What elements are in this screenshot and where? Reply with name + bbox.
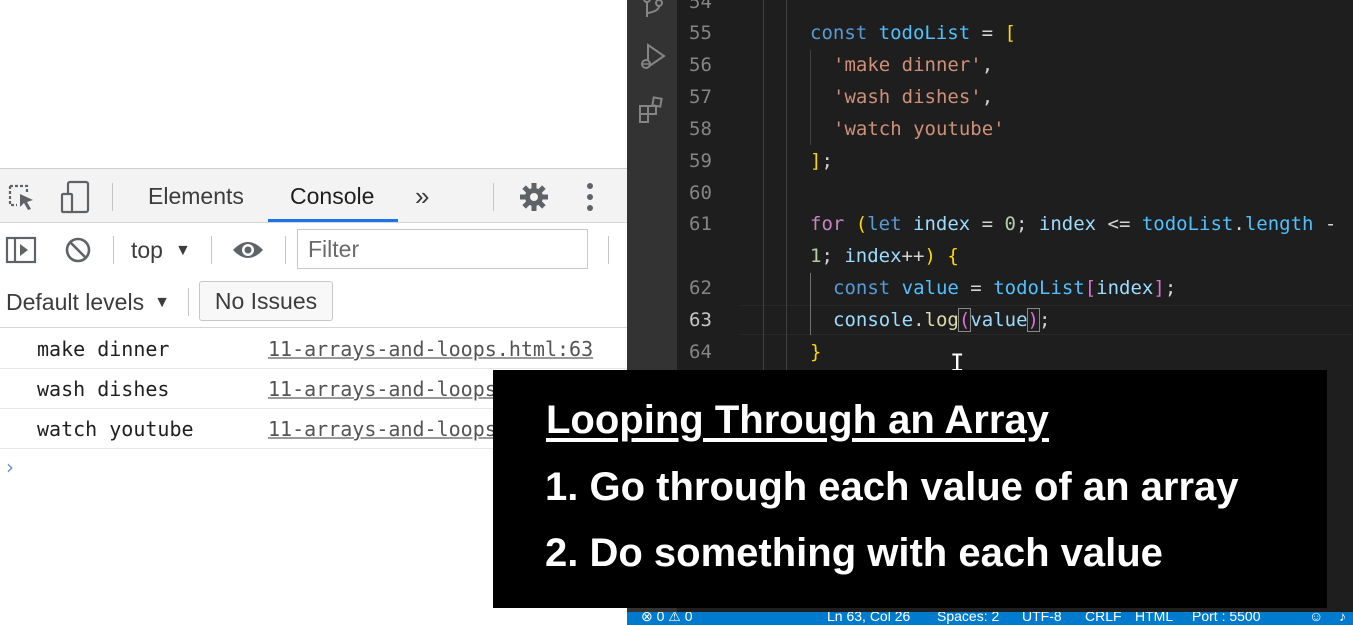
console-levels-bar: Default levels ▼ No Issues (0, 276, 627, 328)
issues-button[interactable]: No Issues (199, 281, 333, 321)
device-toolbar-icon[interactable] (58, 180, 92, 214)
status-bar: ⊗ 0 ⚠ 0 Ln 63, Col 26 Spaces: 2 UTF-8 CR… (627, 612, 1353, 625)
console-prompt-icon[interactable]: › (6, 455, 14, 479)
line-number: 56 (689, 54, 712, 76)
code-line-61-wrap[interactable]: 1; index++) { (810, 245, 959, 267)
context-value: top (131, 237, 163, 263)
dropdown-arrow-icon: ▼ (174, 242, 191, 259)
dropdown-arrow-icon: ▼ (154, 294, 170, 311)
toolbar-divider (113, 236, 114, 264)
indentation-setting[interactable]: Spaces: 2 (937, 612, 999, 624)
log-levels-select[interactable]: Default levels ▼ (6, 286, 170, 318)
more-tabs-button[interactable]: » (415, 169, 429, 223)
execution-context-select[interactable]: top ▼ (131, 234, 191, 266)
console-message: make dinner (37, 337, 170, 361)
levels-label: Default levels (6, 289, 145, 315)
feedback-icon[interactable]: ☺ (1309, 612, 1323, 624)
line-number: 59 (689, 150, 712, 172)
toolbar-divider (188, 288, 189, 316)
filter-input[interactable]: Filter (297, 229, 588, 269)
line-number: 60 (689, 182, 712, 204)
source-link[interactable]: 11-arrays-and-loops.html:63 (268, 337, 593, 361)
show-sidebar-icon[interactable] (4, 234, 38, 266)
code-line-55[interactable]: const todoList = [ (810, 22, 1016, 44)
caption-step-2: 2. Do something with each value (545, 531, 1163, 575)
live-server-port[interactable]: Port : 5500 (1192, 612, 1261, 624)
toolbar-divider (285, 236, 286, 264)
code-line-59[interactable]: ]; (810, 150, 833, 172)
line-number: 57 (689, 86, 712, 108)
active-tab-indicator (268, 219, 398, 222)
code-line-61[interactable]: for (let index = 0; index <= todoList.le… (810, 213, 1336, 235)
cursor-position[interactable]: Ln 63, Col 26 (827, 612, 910, 624)
toolbar-divider (112, 183, 113, 211)
inspect-element-icon[interactable] (6, 183, 38, 211)
toolbar-divider (608, 236, 609, 264)
gear-icon[interactable] (518, 181, 550, 213)
notifications-icon[interactable]: ♪ (1339, 612, 1346, 624)
lesson-caption-overlay: Looping Through an Array 1. Go through e… (493, 370, 1327, 608)
indent-guide (786, 0, 787, 370)
devtools-main-toolbar: Elements Console » (0, 169, 627, 223)
line-number: 64 (689, 341, 712, 363)
tab-elements[interactable]: Elements (148, 169, 244, 223)
code-line-57[interactable]: 'wash dishes', (833, 86, 993, 108)
problems-indicator[interactable]: ⊗ 0 ⚠ 0 (641, 612, 693, 625)
caption-step-1: 1. Go through each value of an array (545, 465, 1239, 509)
eol-setting[interactable]: CRLF (1085, 612, 1122, 624)
run-and-debug-icon[interactable] (637, 42, 667, 72)
language-mode[interactable]: HTML (1135, 612, 1173, 624)
caption-title: Looping Through an Array (546, 398, 1049, 442)
indent-guide (810, 50, 811, 145)
toolbar-divider (211, 236, 212, 264)
tab-console[interactable]: Console (290, 169, 374, 223)
console-filter-bar: top ▼ Filter (0, 224, 627, 276)
line-number: 61 (689, 213, 712, 235)
indent-guide (763, 0, 764, 370)
code-line-62[interactable]: const value = todoList[index]; (833, 277, 1176, 299)
indent-guide-active (810, 273, 811, 335)
kebab-menu-icon[interactable] (580, 181, 600, 213)
console-message: watch youtube (37, 417, 194, 441)
console-row: make dinner 11-arrays-and-loops.html:63 (0, 329, 627, 369)
filter-placeholder: Filter (308, 236, 360, 262)
code-line-58[interactable]: 'watch youtube' (833, 118, 1005, 140)
line-number-active: 63 (689, 309, 712, 331)
browser-page-viewport (0, 0, 627, 168)
code-line-64[interactable]: } (810, 341, 821, 363)
code-line-63[interactable]: console.log(value); (833, 308, 1050, 332)
line-number: 55 (689, 22, 712, 44)
encoding-setting[interactable]: UTF-8 (1022, 612, 1062, 624)
console-message: wash dishes (37, 377, 170, 401)
source-control-icon[interactable] (639, 0, 667, 20)
toolbar-divider (493, 183, 494, 211)
extensions-icon[interactable] (637, 95, 667, 125)
clear-console-icon[interactable] (62, 234, 94, 266)
line-number: 58 (689, 118, 712, 140)
code-line-56[interactable]: 'make dinner', (833, 54, 993, 76)
line-number: 54 (689, 0, 712, 13)
line-number: 62 (689, 277, 712, 299)
live-expression-eye-icon[interactable] (230, 234, 266, 266)
